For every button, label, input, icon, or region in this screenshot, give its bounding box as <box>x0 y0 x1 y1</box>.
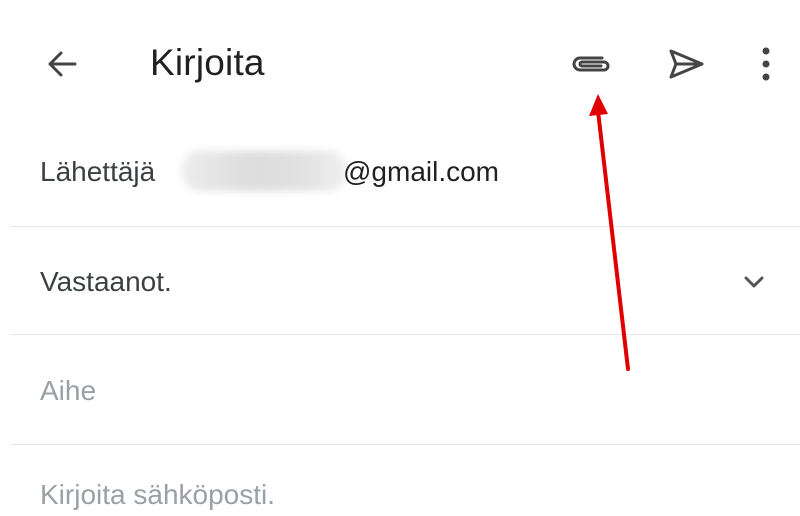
from-label: Lähettäjä <box>40 156 156 187</box>
chevron-down-icon <box>744 276 764 288</box>
subject-input[interactable]: Aihe <box>40 374 96 408</box>
divider-subject <box>10 444 800 445</box>
send-icon <box>669 49 704 79</box>
from-email-domain: @gmail.com <box>343 156 500 187</box>
redacted-email-local-part <box>182 151 347 191</box>
to-field[interactable]: Vastaanot. <box>40 265 172 299</box>
back-button[interactable] <box>40 42 84 86</box>
expand-recipients-button[interactable] <box>734 262 774 302</box>
page-title: Kirjoita <box>150 42 265 83</box>
email-body-input[interactable]: Kirjoita sähköposti. <box>40 478 275 512</box>
divider-to <box>10 334 800 335</box>
attach-button[interactable] <box>563 42 617 86</box>
more-options-button[interactable] <box>748 40 784 88</box>
paperclip-icon <box>572 56 610 72</box>
more-vert-icon <box>762 47 770 81</box>
arrow-back-icon <box>48 51 77 77</box>
send-button[interactable] <box>660 42 712 86</box>
compose-toolbar: Kirjoita <box>0 0 800 118</box>
